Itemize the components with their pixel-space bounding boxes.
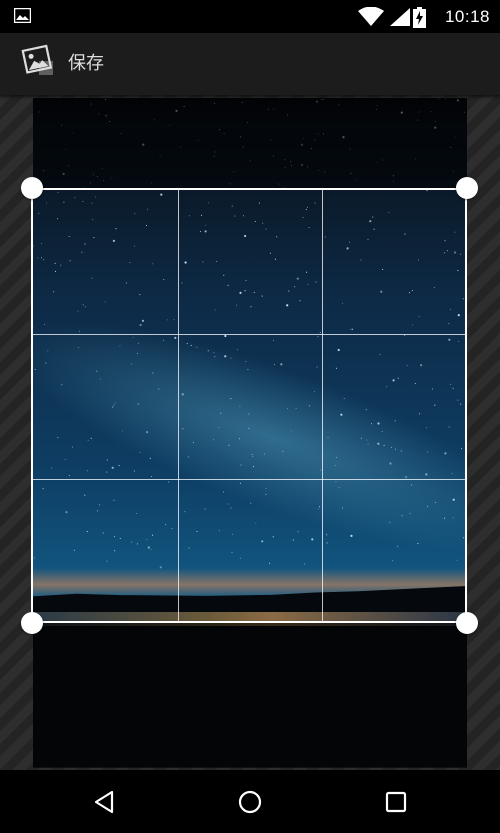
dim-overlay-bottom: [33, 623, 467, 768]
back-triangle-icon[interactable]: [90, 788, 118, 816]
action-bar: 保存: [0, 33, 500, 95]
home-circle-icon[interactable]: [236, 788, 264, 816]
grid-line-vertical: [322, 190, 323, 621]
crop-handle-top-right[interactable]: [456, 177, 478, 199]
grid-line-vertical: [178, 190, 179, 621]
crop-handle-top-left[interactable]: [21, 177, 43, 199]
photo-editor-icon[interactable]: [20, 42, 56, 78]
grid-line-horizontal: [33, 479, 465, 480]
status-bar: 10:18: [0, 0, 500, 33]
grid-line-horizontal: [33, 334, 465, 335]
save-button[interactable]: 保存: [68, 49, 104, 75]
dim-overlay-top: [33, 98, 467, 188]
image-icon: [14, 8, 31, 23]
crop-frame[interactable]: [31, 188, 467, 623]
crop-handle-bottom-right[interactable]: [456, 612, 478, 634]
clock: 10:18: [444, 7, 490, 26]
crop-handle-bottom-left[interactable]: [21, 612, 43, 634]
navigation-bar: [0, 770, 500, 833]
battery-charging-icon: [413, 7, 426, 28]
wifi-icon: [358, 7, 384, 26]
recents-square-icon[interactable]: [382, 788, 410, 816]
signal-icon: [390, 8, 410, 26]
